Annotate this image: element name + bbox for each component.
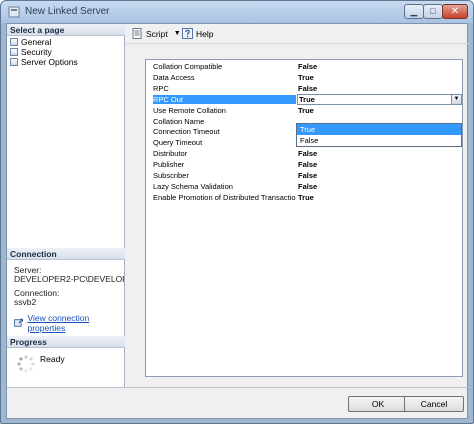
- property-row[interactable]: RPC False: [146, 84, 462, 93]
- page-icon: [10, 48, 18, 56]
- dialog-window: New Linked Server ▁ □ ✕ Select a page Ge…: [0, 0, 474, 424]
- property-value-editor[interactable]: True ▼: [297, 93, 462, 105]
- script-button[interactable]: Script ▼: [132, 28, 181, 39]
- bottom-divider: [7, 387, 469, 388]
- progress-status: Ready: [40, 354, 65, 364]
- ok-button[interactable]: OK: [348, 396, 408, 412]
- property-row[interactable]: Collation Compatible False: [146, 62, 462, 71]
- property-value: False: [298, 149, 318, 159]
- property-name: Connection Timeout: [153, 127, 220, 137]
- property-value: True: [298, 192, 314, 202]
- maximize-button[interactable]: □: [423, 4, 443, 19]
- page-item-label: Security: [21, 47, 52, 57]
- cancel-button[interactable]: Cancel: [404, 396, 464, 412]
- chevron-down-icon[interactable]: ▼: [174, 30, 181, 37]
- help-label: Help: [196, 28, 214, 39]
- view-connection-properties-label: View connection properties: [27, 313, 90, 333]
- property-row[interactable]: Data Access True: [146, 73, 462, 82]
- dropdown-arrow-icon[interactable]: ▼: [451, 94, 461, 104]
- progress-spinner-icon: [17, 355, 35, 373]
- property-row[interactable]: Subscriber False: [146, 171, 462, 180]
- property-value: True: [299, 94, 315, 104]
- property-row[interactable]: Enable Promotion of Distributed Transact…: [146, 193, 462, 202]
- page-icon: [10, 38, 18, 46]
- script-label: Script: [146, 28, 168, 39]
- minimize-button[interactable]: ▁: [404, 4, 424, 19]
- page-item-label: General: [21, 37, 52, 47]
- server-value: DEVELOPER2-PC\DEVELOPER2: [14, 274, 124, 284]
- script-icon: [132, 28, 142, 39]
- progress-header: Progress: [7, 336, 125, 348]
- app-icon: [8, 6, 20, 18]
- toolbar: Script ▼ Help: [126, 24, 469, 44]
- dropdown-option-true[interactable]: True: [297, 124, 461, 135]
- view-connection-properties-link[interactable]: View connection properties: [14, 313, 124, 333]
- dropdown-option-false[interactable]: False: [297, 135, 461, 146]
- page-item-security[interactable]: Security: [10, 47, 52, 57]
- property-row[interactable]: Use Remote Collation True: [146, 106, 462, 115]
- property-name: Lazy Schema Validation: [153, 181, 233, 191]
- select-page-header: Select a page: [7, 24, 125, 36]
- property-row[interactable]: Publisher False: [146, 160, 462, 169]
- property-name: Collation Compatible: [153, 62, 223, 71]
- properties-icon: [14, 318, 23, 327]
- rpc-out-dropdown-list[interactable]: True False: [296, 123, 462, 147]
- left-pane: Select a page General Security Server Op…: [7, 24, 125, 387]
- property-name: Data Access: [153, 72, 195, 82]
- property-name: Enable Promotion of Distributed Transact…: [153, 192, 296, 202]
- property-value: False: [298, 83, 318, 93]
- page-icon: [10, 58, 18, 66]
- property-value: False: [298, 160, 318, 170]
- property-value: False: [298, 171, 318, 180]
- connection-value: ssvb2: [14, 297, 37, 307]
- property-value: True: [298, 105, 314, 115]
- property-name: RPC Out: [153, 94, 296, 104]
- property-value: True: [298, 72, 314, 82]
- property-name: Publisher: [153, 160, 185, 170]
- dialog-client: Select a page General Security Server Op…: [6, 23, 469, 419]
- property-row[interactable]: RPC Out True ▼: [146, 93, 462, 105]
- page-item-general[interactable]: General: [10, 37, 51, 47]
- property-value: False: [298, 181, 318, 191]
- property-name: Collation Name: [153, 116, 205, 126]
- property-name: Query Timeout: [153, 138, 203, 148]
- property-row[interactable]: Distributor False: [146, 149, 462, 158]
- property-name: Use Remote Collation: [153, 105, 226, 115]
- close-button[interactable]: ✕: [442, 4, 468, 19]
- title-bar[interactable]: New Linked Server ▁ □ ✕: [1, 1, 473, 23]
- property-name: RPC: [153, 83, 169, 93]
- connection-header: Connection: [7, 248, 125, 260]
- property-grid[interactable]: Collation Compatible False Data Access True…: [145, 59, 463, 377]
- page-item-label: Server Options: [21, 57, 78, 67]
- minimize-icon: ▁: [410, 6, 418, 16]
- property-value: False: [298, 62, 318, 71]
- property-name: Distributor: [153, 149, 188, 159]
- page-item-server-options[interactable]: Server Options: [10, 57, 78, 67]
- help-icon: [182, 28, 193, 39]
- property-row[interactable]: Lazy Schema Validation False: [146, 182, 462, 191]
- help-button[interactable]: Help: [182, 28, 213, 39]
- close-icon: ✕: [450, 6, 460, 17]
- property-name: Subscriber: [153, 171, 189, 180]
- maximize-icon: □: [430, 6, 436, 16]
- window-title: New Linked Server: [25, 6, 110, 17]
